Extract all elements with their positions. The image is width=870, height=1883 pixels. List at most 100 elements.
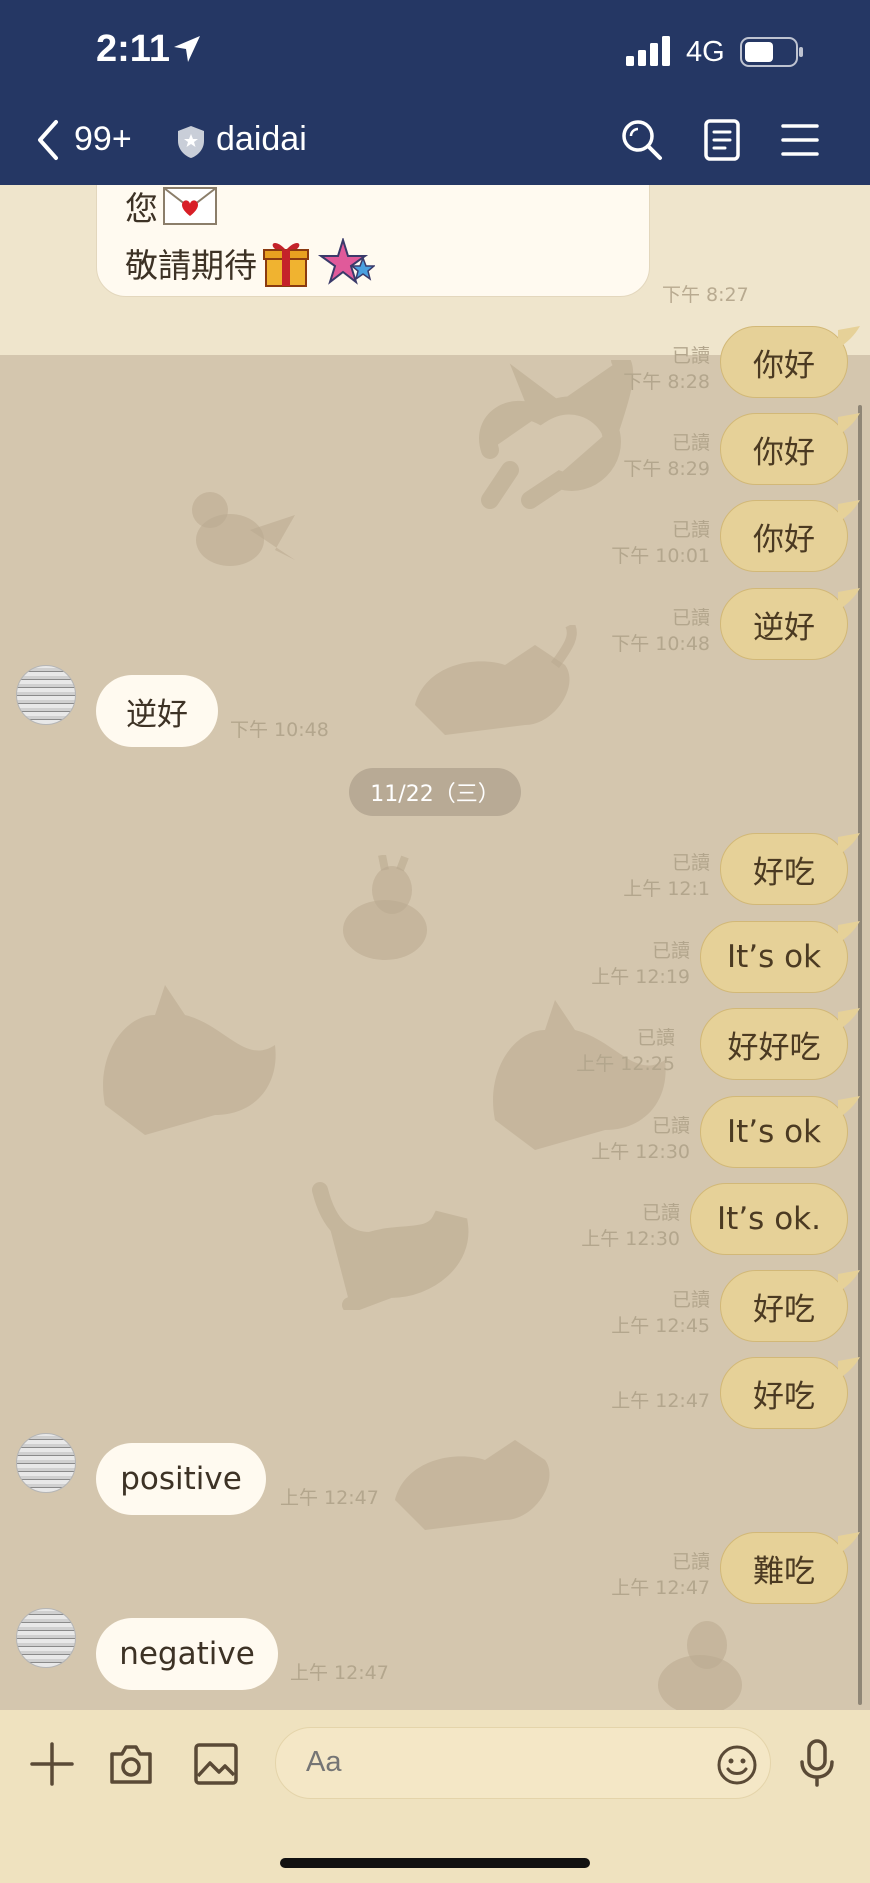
message-time: 上午 12:30 — [581, 1228, 680, 1250]
message-meta: 已讀 下午 8:28 — [560, 343, 710, 395]
outgoing-message-bubble[interactable]: 好吃 — [720, 1357, 848, 1429]
outgoing-message-bubble[interactable]: 好吃 — [720, 833, 848, 905]
bubble-tail — [838, 326, 860, 348]
message-input[interactable] — [306, 1746, 666, 1779]
message-text: It’s ok. — [717, 1201, 821, 1237]
outgoing-message-bubble[interactable]: 好好吃 — [700, 1008, 848, 1080]
message-text: It’s ok — [726, 939, 822, 975]
menu-icon[interactable] — [780, 118, 820, 162]
message-time: 上午 12:30 — [591, 1141, 690, 1163]
message-text: 好好吃 — [727, 1029, 821, 1066]
background-cat-doodle — [312, 1182, 469, 1310]
avatar[interactable] — [16, 1433, 76, 1493]
read-receipt: 已讀 — [671, 1551, 710, 1573]
message-time: 上午 12:47 — [280, 1487, 379, 1509]
message-text: 好吃 — [753, 1378, 815, 1415]
background-dog-doodle — [395, 1440, 550, 1530]
message-time: 上午 12:47 — [611, 1577, 710, 1599]
message-meta: 已讀 上午 12:1 — [560, 850, 710, 902]
star-icon — [317, 238, 375, 285]
search-icon[interactable] — [620, 118, 664, 162]
bubble-tail — [838, 588, 860, 610]
status-time: 2:11 — [96, 28, 170, 70]
card-line-1: 您 — [125, 185, 218, 230]
message-time: 下午 8:29 — [623, 458, 710, 480]
outgoing-message-bubble[interactable]: 你好 — [720, 500, 848, 572]
avatar[interactable] — [16, 1608, 76, 1668]
shield-icon — [178, 126, 204, 158]
notes-icon[interactable] — [703, 118, 741, 162]
message-text: 難吃 — [753, 1553, 815, 1590]
image-icon[interactable] — [193, 1742, 239, 1786]
message-time: 上午 12:47 — [611, 1390, 710, 1412]
card-text-1: 您 — [125, 189, 158, 228]
bubble-tail — [838, 1357, 860, 1379]
bubble-tail — [838, 1096, 860, 1118]
message-text: 你好 — [753, 521, 815, 558]
message-meta: 已讀 上午 12:30 — [540, 1113, 690, 1165]
message-input-bar — [0, 1710, 870, 1883]
message-time: 上午 12:25 — [576, 1053, 675, 1075]
read-receipt: 已讀 — [671, 432, 710, 454]
background-rabbit-doodle — [343, 855, 427, 960]
background-bird-doodle — [192, 492, 295, 566]
outgoing-message-bubble[interactable]: 逆好 — [720, 588, 848, 660]
message-text: positive — [120, 1461, 242, 1497]
battery-icon — [740, 37, 803, 67]
message-meta: 上午 12:47 — [560, 1388, 710, 1414]
message-meta: 已讀 上午 12:30 — [530, 1200, 680, 1252]
outgoing-message-bubble[interactable]: It’s ok. — [690, 1183, 848, 1255]
incoming-message-bubble[interactable]: negative — [96, 1618, 278, 1690]
message-time: 上午 12:19 — [591, 966, 690, 988]
read-receipt: 已讀 — [671, 607, 710, 629]
read-receipt: 已讀 — [641, 1202, 680, 1224]
message-text: It’s ok — [726, 1114, 822, 1150]
chevron-left-icon[interactable] — [34, 118, 62, 162]
home-indicator[interactable] — [280, 1858, 590, 1868]
outgoing-message-bubble[interactable]: It’s ok — [700, 921, 848, 993]
read-receipt: 已讀 — [651, 1115, 690, 1137]
message-meta: 已讀 下午 8:29 — [560, 430, 710, 482]
bubble-tail — [838, 1270, 860, 1292]
gift-icon — [263, 242, 309, 287]
message-input-field[interactable] — [275, 1727, 771, 1799]
incoming-message-bubble[interactable]: 逆好 — [96, 675, 218, 747]
chat-area[interactable]: 您 敬請期待 下午 8:27 已讀 下午 8:28 你好 已讀 下午 8:29 … — [0, 185, 870, 1710]
outgoing-message-bubble[interactable]: 你好 — [720, 413, 848, 485]
back-unread-count[interactable]: 99+ — [74, 120, 132, 159]
message-meta: 已讀 上午 12:25 — [525, 1025, 675, 1077]
message-time: 下午 8:28 — [623, 371, 710, 393]
read-receipt: 已讀 — [671, 345, 710, 367]
background-wolf-doodle — [103, 985, 276, 1135]
outgoing-message-bubble[interactable]: 難吃 — [720, 1532, 848, 1604]
card-text-2: 敬請期待 — [125, 246, 257, 285]
outgoing-message-bubble[interactable]: 好吃 — [720, 1270, 848, 1342]
network-type: 4G — [686, 36, 725, 68]
message-text: 你好 — [753, 347, 815, 384]
camera-icon[interactable] — [108, 1742, 154, 1786]
message-meta: 已讀 上午 12:19 — [540, 938, 690, 990]
plus-icon[interactable] — [30, 1742, 74, 1786]
message-time: 下午 10:48 — [230, 719, 329, 741]
outgoing-message-bubble[interactable]: 你好 — [720, 326, 848, 398]
envelope-heart-icon — [163, 187, 217, 225]
outgoing-message-bubble[interactable]: It’s ok — [700, 1096, 848, 1168]
message-time: 上午 12:1 — [623, 878, 710, 900]
incoming-message-bubble[interactable]: positive — [96, 1443, 266, 1515]
message-text: negative — [119, 1636, 255, 1672]
message-text: 逆好 — [126, 696, 188, 733]
read-receipt: 已讀 — [671, 1289, 710, 1311]
background-rabbit-doodle — [658, 1621, 742, 1710]
avatar[interactable] — [16, 665, 76, 725]
card-message[interactable]: 您 敬請期待 — [96, 185, 650, 297]
microphone-icon[interactable] — [798, 1738, 836, 1788]
message-time: 下午 10:01 — [611, 545, 710, 567]
background-dog-doodle — [415, 625, 577, 735]
bubble-tail — [838, 1008, 860, 1030]
bubble-tail — [838, 921, 860, 943]
emoji-icon[interactable] — [716, 1744, 758, 1786]
message-time: 下午 8:27 — [662, 284, 749, 306]
header-bar: 2:11 4G 99+ daidai — [0, 0, 870, 185]
message-meta: 已讀 下午 10:01 — [560, 517, 710, 569]
location-arrow-icon — [174, 36, 200, 62]
